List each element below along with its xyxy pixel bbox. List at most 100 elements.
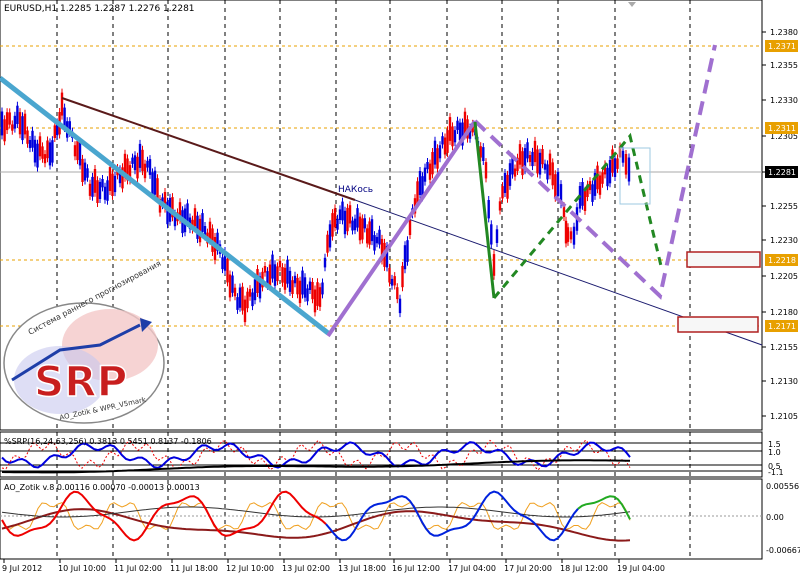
candle-body bbox=[86, 168, 89, 178]
candle-body bbox=[108, 167, 112, 191]
candle-body bbox=[498, 201, 502, 211]
candle-body bbox=[562, 206, 566, 217]
candle-body bbox=[8, 112, 11, 125]
candle-body bbox=[336, 218, 339, 230]
candle-body bbox=[388, 267, 391, 283]
candle-body bbox=[151, 172, 154, 195]
candle-body bbox=[11, 124, 14, 131]
candle-body bbox=[351, 220, 354, 231]
candle-body bbox=[398, 298, 402, 314]
candle-body bbox=[43, 154, 47, 164]
ind2-scale-label-1: 0.00 bbox=[766, 513, 784, 522]
candle-body bbox=[583, 190, 587, 211]
candle-body bbox=[556, 172, 560, 197]
candle-body bbox=[248, 289, 252, 297]
candle-body bbox=[453, 130, 457, 143]
candle-body bbox=[283, 267, 287, 290]
candle-body bbox=[598, 175, 602, 195]
price-label-7: 1.2205 bbox=[770, 272, 798, 281]
candle-body bbox=[443, 137, 447, 155]
candle-body bbox=[543, 163, 547, 170]
candle-body bbox=[616, 158, 619, 169]
level-label-2: 1.2218 bbox=[768, 256, 796, 265]
candle-body bbox=[146, 160, 149, 168]
time-label-3: 11 Jul 18:00 bbox=[170, 564, 218, 573]
target-box-2[interactable] bbox=[677, 316, 759, 333]
candle-body bbox=[316, 282, 319, 306]
time-label-10: 18 Jul 12:00 bbox=[560, 564, 608, 573]
candle-body bbox=[103, 186, 107, 200]
candle-body bbox=[353, 218, 357, 231]
level-labels[interactable]: 1.2371 1.2311 1.2218 1.2171 1.2281 bbox=[765, 40, 798, 332]
candle-body bbox=[448, 117, 452, 141]
candle-body bbox=[423, 167, 427, 182]
level-label-1: 1.2311 bbox=[768, 124, 796, 133]
time-label-2: 11 Jul 02:00 bbox=[114, 564, 162, 573]
price-label-5: 1.2255 bbox=[770, 202, 798, 211]
candle-body bbox=[326, 234, 329, 253]
candle-body bbox=[3, 119, 6, 142]
candle-body bbox=[396, 287, 399, 300]
candle-body bbox=[133, 155, 137, 171]
candle-body bbox=[221, 257, 224, 270]
candle-body bbox=[378, 229, 381, 245]
candle-body bbox=[606, 167, 609, 187]
candle-body bbox=[273, 264, 277, 286]
candle-body bbox=[551, 162, 554, 186]
candle-body bbox=[143, 163, 147, 179]
candle-body bbox=[458, 122, 462, 141]
time-label-8: 17 Jul 04:00 bbox=[448, 564, 496, 573]
candle-body bbox=[81, 158, 84, 182]
candle-body bbox=[531, 151, 534, 167]
candle-body bbox=[572, 226, 576, 245]
candle-body bbox=[93, 169, 97, 193]
candle-body bbox=[343, 210, 347, 235]
candle-body bbox=[541, 149, 544, 165]
candle-body bbox=[406, 240, 409, 262]
candle-body bbox=[528, 155, 532, 163]
candle-body bbox=[390, 278, 394, 286]
candle-body bbox=[18, 112, 22, 135]
candle-body bbox=[306, 288, 309, 302]
candle-body bbox=[31, 130, 34, 148]
candle-body bbox=[331, 213, 334, 237]
candle-body bbox=[484, 162, 488, 179]
candle-body bbox=[101, 179, 104, 188]
candle-body bbox=[271, 254, 274, 279]
candle-body bbox=[441, 136, 444, 145]
candle-body bbox=[286, 259, 289, 284]
candle-body bbox=[141, 149, 144, 172]
candle-body bbox=[536, 149, 539, 174]
candle-body bbox=[328, 224, 332, 248]
candle-body bbox=[148, 159, 152, 175]
chart-window[interactable]: НАКось Система раннего прогнозирования A… bbox=[0, 0, 800, 574]
candle-body bbox=[296, 277, 299, 295]
candle-body bbox=[193, 208, 197, 227]
candle-body bbox=[48, 142, 52, 166]
indicator2-scale: 0.00556 0.00 -0.00667 bbox=[766, 482, 800, 555]
candle-body bbox=[26, 130, 29, 144]
candle-body bbox=[591, 184, 594, 202]
candle-body bbox=[153, 170, 157, 195]
candle-body bbox=[311, 282, 314, 300]
candle-body bbox=[91, 176, 94, 197]
ind2-scale-label-0: 0.00556 bbox=[766, 482, 799, 491]
candle-body bbox=[487, 200, 490, 219]
target-box-1[interactable] bbox=[686, 251, 761, 268]
time-axis: 9 Jul 2012 10 Jul 10:00 11 Jul 02:00 11 Jul… bbox=[2, 559, 665, 573]
candle-body bbox=[131, 157, 134, 164]
candle-body bbox=[338, 209, 342, 220]
candle-body bbox=[13, 115, 17, 129]
candle-body bbox=[401, 265, 404, 288]
candle-body bbox=[313, 289, 317, 313]
candle-body bbox=[243, 299, 247, 323]
candle-body bbox=[393, 276, 396, 286]
candle-body bbox=[418, 171, 422, 195]
candle-body bbox=[526, 142, 529, 159]
candle-body bbox=[78, 141, 82, 166]
candle-body bbox=[608, 160, 612, 184]
candle-body bbox=[431, 152, 434, 175]
candle-body bbox=[318, 287, 322, 307]
ind1-scale-label-3: -1.1 bbox=[768, 468, 784, 477]
price-scale[interactable]: 1.23801.23551.23301.23051.22801.22551.22… bbox=[762, 28, 798, 421]
